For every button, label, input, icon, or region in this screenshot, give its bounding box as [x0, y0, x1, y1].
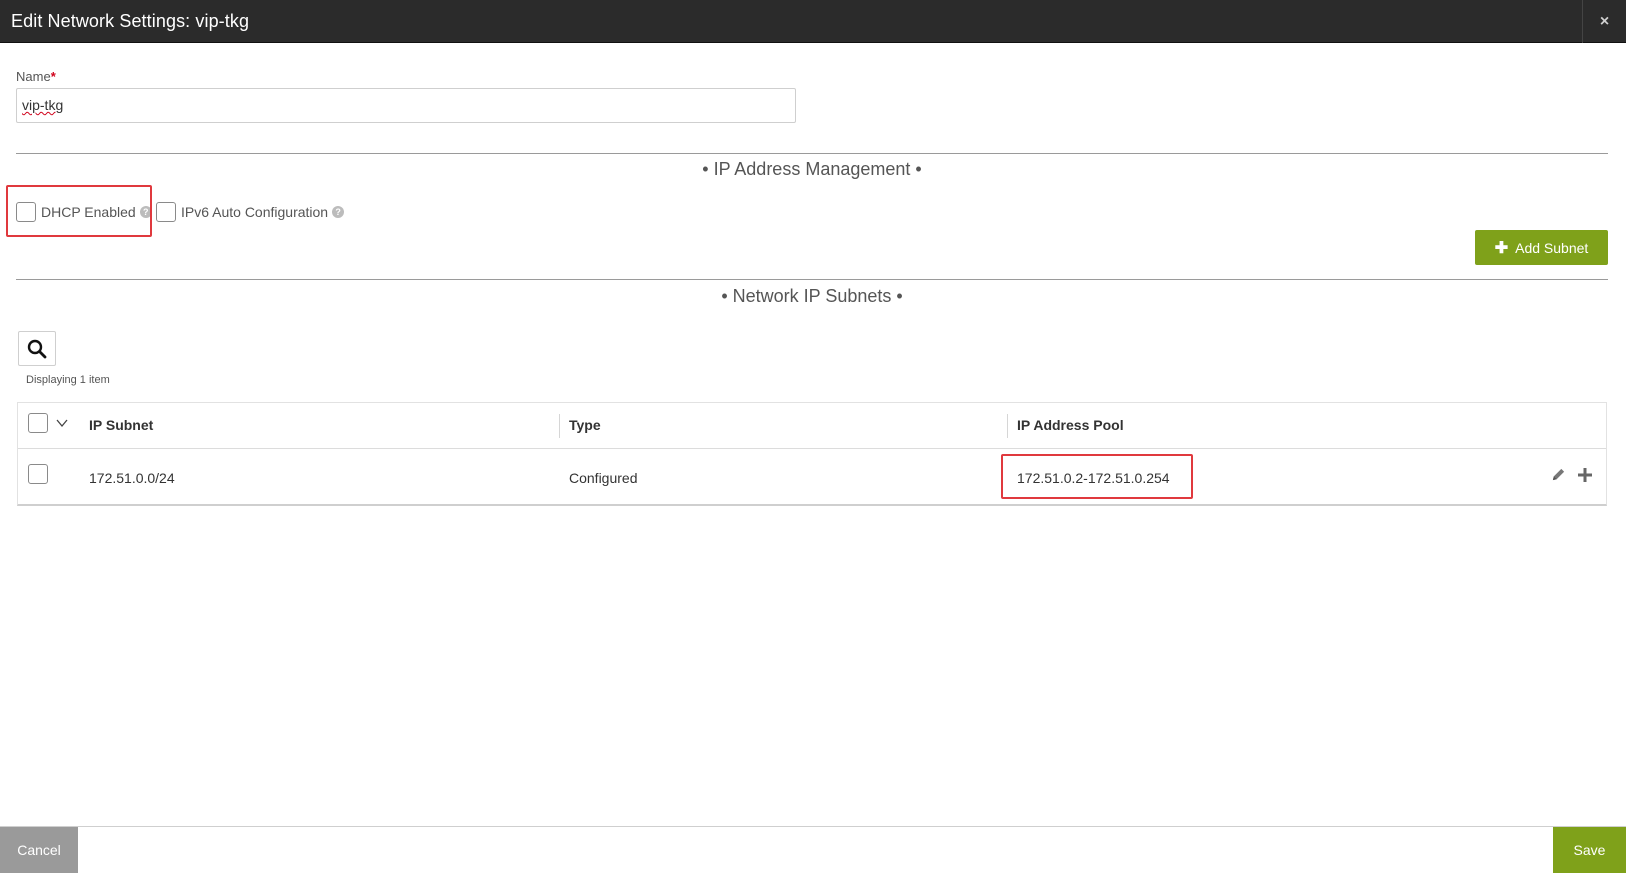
select-all-checkbox[interactable] — [28, 413, 48, 433]
row-select-checkbox[interactable] — [28, 464, 48, 484]
dhcp-enabled-label: DHCP Enabled — [41, 204, 136, 220]
dhcp-help-icon[interactable]: ? — [139, 206, 152, 218]
column-separator — [559, 414, 560, 438]
column-header-ip-subnet[interactable]: IP Subnet — [89, 417, 153, 433]
dhcp-option: DHCP Enabled ? — [16, 202, 152, 222]
displaying-count: Displaying 1 item — [26, 374, 110, 386]
add-row-button[interactable] — [1578, 467, 1592, 482]
plus-icon — [1578, 467, 1592, 482]
close-icon: × — [1599, 12, 1610, 30]
close-button[interactable]: × — [1582, 0, 1626, 43]
name-label-text: Name — [16, 69, 51, 84]
cell-ip-pool: 172.51.0.2-172.51.0.254 — [1017, 470, 1170, 486]
name-input[interactable] — [16, 88, 796, 123]
dhcp-enabled-checkbox[interactable] — [16, 202, 36, 222]
add-subnet-label: Add Subnet — [1515, 239, 1589, 256]
search-button[interactable] — [18, 331, 56, 366]
chevron-down-icon[interactable] — [56, 417, 68, 429]
ipv6-auto-config-checkbox[interactable] — [156, 202, 176, 222]
row-actions — [1551, 467, 1592, 482]
dialog-title: Edit Network Settings: vip-tkg — [11, 10, 250, 31]
ipv6-help-icon[interactable]: ? — [332, 206, 345, 218]
subnets-table: IP Subnet Type IP Address Pool 172.51.0.… — [17, 402, 1607, 506]
column-header-type[interactable]: Type — [569, 417, 601, 433]
column-header-ip-pool[interactable]: IP Address Pool — [1017, 417, 1124, 433]
cell-ip-subnet: 172.51.0.0/24 — [89, 470, 175, 486]
save-button[interactable]: Save — [1553, 827, 1626, 873]
section-divider — [16, 153, 1608, 154]
table-row: 172.51.0.0/24 Configured 172.51.0.2-172.… — [18, 450, 1606, 506]
add-subnet-button[interactable]: ✚ Add Subnet — [1475, 230, 1608, 265]
plus-icon: ✚ — [1494, 239, 1509, 257]
pencil-icon — [1552, 468, 1565, 481]
column-separator — [1007, 414, 1008, 438]
required-marker: * — [50, 69, 56, 84]
search-icon — [27, 339, 47, 358]
section-divider — [16, 279, 1608, 280]
ipv6-auto-config-label: IPv6 Auto Configuration — [181, 204, 329, 220]
table-header: IP Subnet Type IP Address Pool — [18, 403, 1606, 449]
dialog-titlebar: Edit Network Settings: vip-tkg × — [0, 0, 1626, 43]
dialog-footer: Cancel Save — [0, 826, 1626, 873]
subnets-title: • Network IP Subnets • — [721, 286, 903, 306]
cancel-button[interactable]: Cancel — [0, 827, 78, 873]
cell-type: Configured — [569, 470, 638, 486]
name-label: Name* — [16, 69, 56, 84]
ip-management-title: • IP Address Management • — [702, 159, 922, 179]
edit-button[interactable] — [1551, 467, 1566, 482]
ipv6-option: IPv6 Auto Configuration ? — [156, 202, 345, 222]
